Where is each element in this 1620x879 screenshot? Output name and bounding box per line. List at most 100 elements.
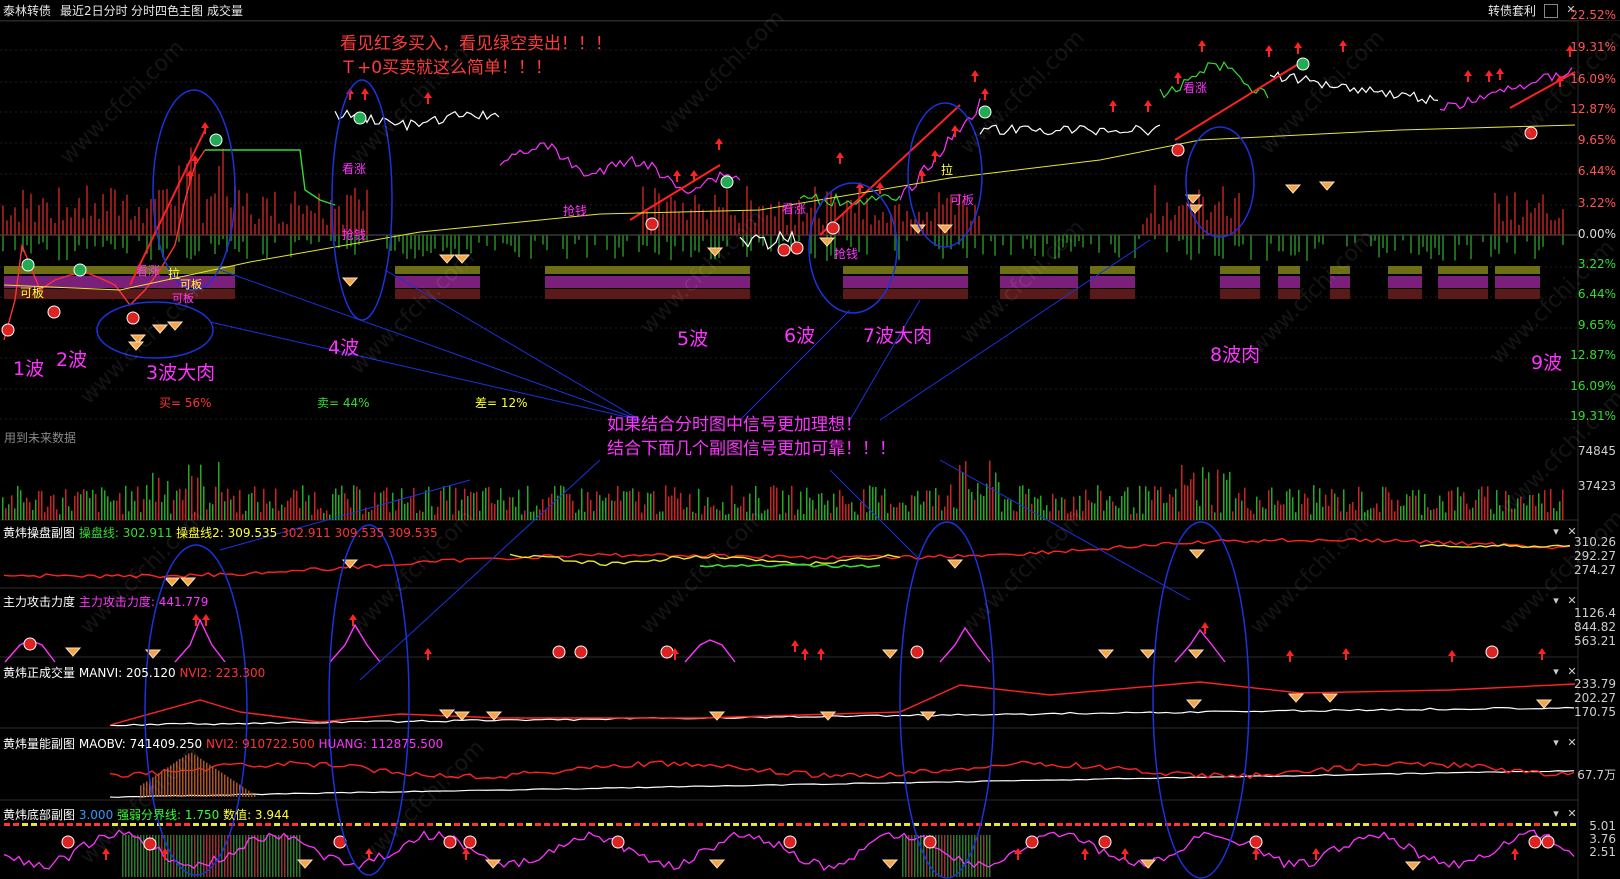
signal-bar — [1178, 235, 1180, 242]
signal-bar — [294, 235, 296, 243]
volume-bar — [134, 500, 136, 520]
band — [1090, 276, 1135, 288]
signal-bar — [606, 235, 608, 250]
chevron-down-icon[interactable]: ▾ — [1550, 737, 1562, 749]
bottom-dash — [706, 823, 712, 826]
signal-bar — [30, 193, 32, 235]
volume-bar — [479, 510, 481, 520]
volume-bar — [5, 508, 7, 520]
close-icon[interactable]: ✕ — [1566, 737, 1578, 749]
signal-bar — [1386, 235, 1388, 253]
bottom-bar — [293, 835, 295, 877]
signal-bar — [658, 235, 660, 255]
obv-bar — [218, 770, 220, 797]
signal-bar — [1442, 235, 1444, 261]
signal-bar — [14, 235, 16, 251]
volume-bar — [1001, 511, 1003, 520]
signal-bar — [82, 218, 84, 235]
signal-bar — [1002, 235, 1004, 246]
volume-bar — [1397, 499, 1399, 520]
bottom-dash — [1084, 823, 1090, 826]
bottom-bar — [254, 835, 256, 877]
volume-bar — [776, 487, 778, 520]
volume-bar — [1538, 493, 1540, 520]
volume-bar — [1094, 503, 1096, 520]
trend-line — [129, 129, 206, 286]
volume-bar — [395, 510, 397, 520]
signal-bar — [266, 198, 268, 235]
volume-bar — [407, 502, 409, 520]
volume-bar — [896, 507, 898, 520]
close-icon[interactable]: ✕ — [1566, 808, 1578, 820]
signal-bar — [122, 235, 124, 248]
signal-bar — [1542, 194, 1544, 235]
signal-bar — [242, 235, 244, 242]
chevron-down-icon[interactable]: ▾ — [1550, 526, 1562, 538]
volume-bar — [965, 461, 967, 520]
up-arrow-icon — [361, 88, 369, 100]
volume-bar — [413, 487, 415, 520]
volume-bar — [1106, 500, 1108, 520]
volume-bar — [1454, 510, 1456, 520]
volume-bar — [206, 509, 208, 520]
bottom-bar — [194, 835, 196, 877]
volume-bar — [1109, 495, 1111, 520]
signal-bar — [1010, 235, 1012, 255]
diamond-icon — [341, 277, 359, 287]
close-icon[interactable]: ✕ — [1566, 526, 1578, 538]
volume-bar — [1391, 499, 1393, 520]
signal-bar — [1234, 235, 1236, 246]
signal-bar — [414, 235, 416, 259]
volume-bar — [890, 503, 892, 520]
band — [1388, 276, 1422, 288]
signal-bar — [1222, 186, 1224, 235]
volume-bar — [587, 491, 589, 520]
signal-bar — [1318, 235, 1320, 243]
up-arrow-icon — [1342, 648, 1350, 660]
band — [843, 276, 968, 288]
obv-bar — [227, 776, 229, 797]
up-arrow-icon — [1464, 70, 1472, 82]
close-icon[interactable]: ✕ — [1566, 666, 1578, 678]
signal-bar — [1190, 235, 1192, 260]
volume-bar — [341, 485, 343, 520]
volume-bar — [725, 514, 727, 520]
band — [1220, 266, 1260, 274]
bottom-dash — [598, 823, 604, 826]
volume-bar — [1214, 512, 1216, 520]
volume-bar — [671, 495, 673, 520]
bottom-bar — [986, 835, 988, 877]
signal-bar — [1162, 215, 1164, 235]
volume-bar — [128, 511, 130, 520]
signal-bar — [866, 197, 868, 235]
volume-bar — [326, 510, 328, 520]
signal-bar — [646, 235, 648, 247]
signal-bar — [274, 191, 276, 235]
signal-qiangqian-3: 抢钱 — [834, 247, 859, 261]
volume-bar — [161, 502, 163, 520]
volume-bar — [977, 483, 979, 520]
signal-bar — [22, 189, 24, 235]
volume-bar — [272, 508, 274, 520]
signal-bar — [1198, 235, 1200, 254]
chevron-down-icon[interactable]: ▾ — [1550, 808, 1562, 820]
panel-title-volume-energy: 黄炜量能副图 MAOBV: 741409.250 NVI2: 910722.50… — [3, 735, 443, 752]
bottom-bar — [278, 835, 280, 877]
band — [1090, 289, 1135, 299]
volume-bar — [308, 495, 310, 520]
bottom-dash — [364, 823, 370, 826]
volume-bar — [65, 489, 67, 520]
volume-bar — [491, 502, 493, 520]
close-icon[interactable]: ✕ — [1566, 595, 1578, 607]
signal-bar — [78, 235, 80, 246]
signal-bar — [1410, 235, 1412, 254]
bottom-bar — [977, 835, 979, 877]
volume-bar — [1049, 511, 1051, 520]
volume-bar — [575, 512, 577, 520]
volume-bar — [503, 500, 505, 520]
signal-bar — [574, 235, 576, 244]
signal-bar — [210, 235, 212, 244]
signal-bar — [1114, 235, 1116, 253]
chevron-down-icon[interactable]: ▾ — [1550, 666, 1562, 678]
bottom-dash — [184, 823, 190, 826]
